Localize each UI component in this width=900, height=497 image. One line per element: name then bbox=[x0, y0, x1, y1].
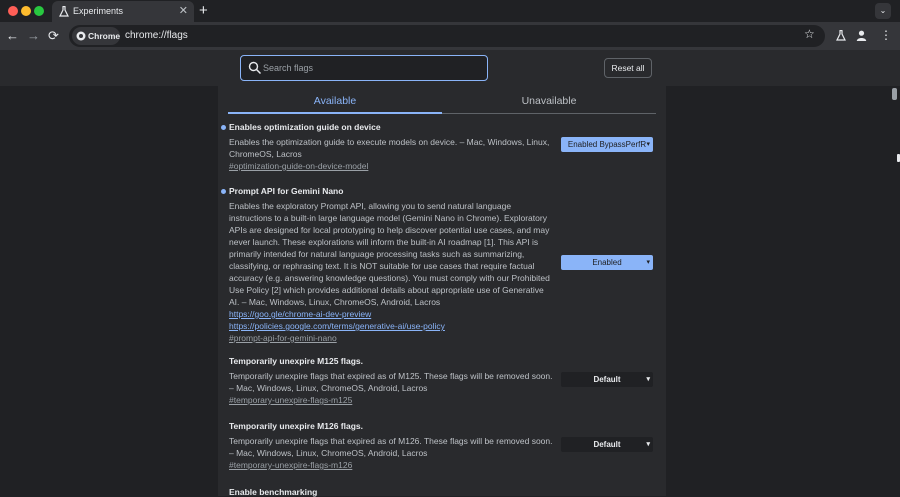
tab-available[interactable]: Available bbox=[228, 95, 442, 107]
chevron-down-icon: ▾ bbox=[646, 141, 650, 148]
flags-tabs: Available Unavailable bbox=[228, 90, 656, 114]
flag-description: Enables the exploratory Prompt API, allo… bbox=[229, 201, 550, 307]
flag-title: Temporarily unexpire M126 flags. bbox=[229, 421, 363, 431]
more-menu-icon[interactable]: ⋮ bbox=[880, 28, 892, 42]
flags-page: Available Unavailable Enables optimizati… bbox=[0, 86, 890, 497]
flag-state-value: Enabled BypassPerfR bbox=[567, 140, 647, 149]
flags-header: Reset all bbox=[0, 50, 900, 86]
address-bar[interactable]: Chrome chrome://flags bbox=[69, 25, 825, 47]
url-text[interactable]: chrome://flags bbox=[125, 30, 188, 41]
scrollbar-thumb[interactable] bbox=[892, 88, 897, 100]
tab-search-button[interactable]: ⌄ bbox=[875, 3, 891, 19]
flag-state-select[interactable]: Default ▾ bbox=[561, 437, 653, 452]
chevron-down-icon: ▾ bbox=[646, 259, 650, 266]
browser-toolbar: ← → ⟳ Chrome chrome://flags ☆ ⋮ bbox=[0, 22, 900, 50]
close-tab-icon[interactable]: ✕ bbox=[179, 4, 188, 17]
flag-state-value: Default bbox=[593, 375, 621, 384]
chevron-down-icon: ▾ bbox=[646, 441, 650, 448]
flag-anchor-link[interactable]: #temporary-unexpire-flags-m125 bbox=[229, 394, 659, 406]
tab-experiments[interactable]: Experiments ✕ bbox=[52, 1, 194, 22]
search-box[interactable] bbox=[240, 55, 488, 81]
profile-icon[interactable] bbox=[856, 30, 867, 41]
search-icon bbox=[248, 61, 262, 75]
flag-title: Enables optimization guide on device bbox=[229, 122, 381, 132]
back-button[interactable]: ← bbox=[6, 28, 19, 43]
search-input[interactable] bbox=[263, 56, 483, 80]
flag-title: Prompt API for Gemini Nano bbox=[229, 186, 344, 196]
flag-state-select[interactable]: Enabled ▾ bbox=[561, 255, 653, 270]
new-tab-button[interactable]: + bbox=[199, 2, 208, 19]
page-scrollbar[interactable] bbox=[890, 86, 900, 496]
chevron-down-icon: ▾ bbox=[646, 376, 650, 383]
flag-description: Enables the optimization guide to execut… bbox=[229, 137, 550, 159]
flags-list-panel: Available Unavailable Enables optimizati… bbox=[218, 86, 666, 497]
flag-state-value: Default bbox=[593, 440, 621, 449]
window-close-button[interactable] bbox=[8, 6, 18, 16]
flag-state-select[interactable]: Enabled BypassPerfR ▾ bbox=[561, 137, 653, 152]
labs-flask-icon[interactable] bbox=[836, 30, 846, 41]
flag-description: Temporarily unexpire flags that expired … bbox=[229, 436, 553, 458]
tab-title: Experiments bbox=[73, 6, 124, 16]
site-chip[interactable]: Chrome bbox=[72, 27, 120, 45]
modified-dot bbox=[221, 125, 226, 130]
window-zoom-button[interactable] bbox=[34, 6, 44, 16]
reset-all-button[interactable]: Reset all bbox=[604, 58, 652, 78]
modified-dot bbox=[221, 189, 226, 194]
flag-link[interactable]: https://goo.gle/chrome-ai-dev-preview bbox=[229, 308, 659, 320]
reload-button[interactable]: ⟳ bbox=[48, 28, 59, 44]
chrome-logo-icon bbox=[76, 31, 86, 41]
flag-anchor-link[interactable]: #optimization-guide-on-device-model bbox=[229, 160, 659, 172]
tab-unavailable[interactable]: Unavailable bbox=[442, 95, 656, 107]
tab-strip: Experiments ✕ + ⌄ bbox=[0, 0, 900, 22]
bookmark-star-icon[interactable]: ☆ bbox=[804, 27, 815, 41]
active-tab-indicator bbox=[228, 112, 442, 114]
forward-button[interactable]: → bbox=[27, 28, 40, 43]
site-chip-label: Chrome bbox=[88, 31, 121, 41]
flag-description: Temporarily unexpire flags that expired … bbox=[229, 371, 553, 393]
flag-state-select[interactable]: Default ▾ bbox=[561, 372, 653, 387]
flag-anchor-link[interactable]: #temporary-unexpire-flags-m126 bbox=[229, 459, 659, 471]
flask-icon bbox=[59, 6, 69, 17]
flag-state-value: Enabled bbox=[592, 258, 622, 267]
flag-item: Temporarily unexpire M125 flags. Tempora… bbox=[229, 356, 659, 406]
flag-item: Enables optimization guide on device Ena… bbox=[221, 122, 659, 172]
flag-item: Prompt API for Gemini Nano Enables the e… bbox=[221, 186, 659, 344]
flag-item: Temporarily unexpire M126 flags. Tempora… bbox=[229, 421, 659, 471]
flag-title: Temporarily unexpire M125 flags. bbox=[229, 356, 363, 366]
window-minimize-button[interactable] bbox=[21, 6, 31, 16]
flag-link[interactable]: https://policies.google.com/terms/genera… bbox=[229, 320, 659, 332]
flag-anchor-link[interactable]: #prompt-api-for-gemini-nano bbox=[229, 332, 659, 344]
